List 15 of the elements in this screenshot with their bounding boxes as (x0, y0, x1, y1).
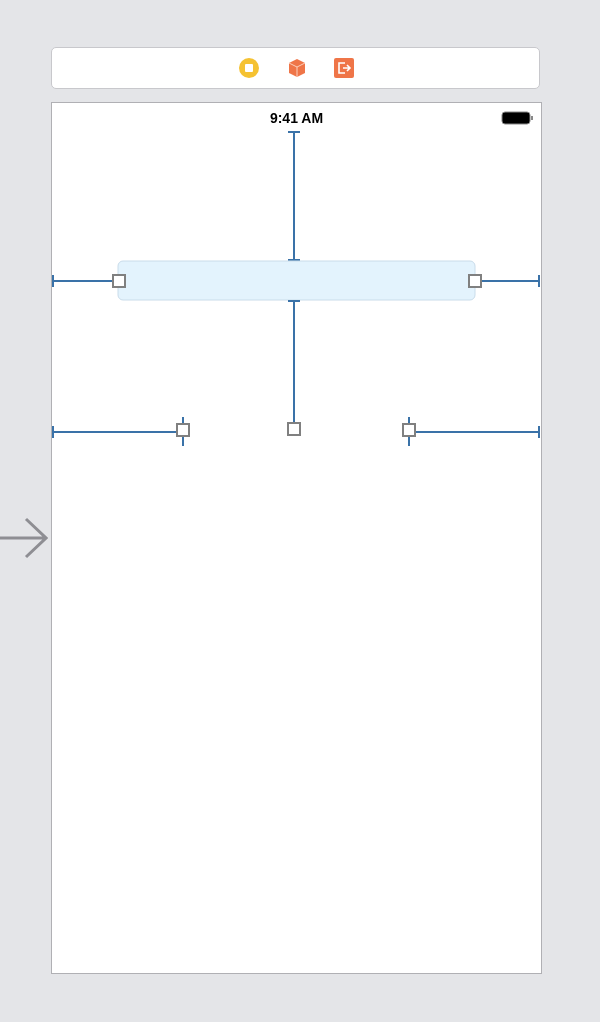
arrow-icon (0, 516, 48, 560)
status-time: 9:41 AM (269, 110, 324, 126)
cube-icon[interactable] (286, 58, 307, 78)
constraint-line (182, 416, 184, 447)
resize-handle[interactable] (402, 423, 416, 437)
exit-icon[interactable] (333, 58, 354, 78)
resize-handle[interactable] (287, 422, 301, 436)
resize-handle[interactable] (112, 274, 126, 288)
constraint-line (408, 416, 410, 447)
constraint-line (479, 274, 540, 288)
resize-handle[interactable] (176, 423, 190, 437)
battery-icon (501, 111, 534, 125)
constraint-line (52, 274, 114, 288)
text-field[interactable] (117, 260, 476, 301)
resize-handle[interactable] (468, 274, 482, 288)
